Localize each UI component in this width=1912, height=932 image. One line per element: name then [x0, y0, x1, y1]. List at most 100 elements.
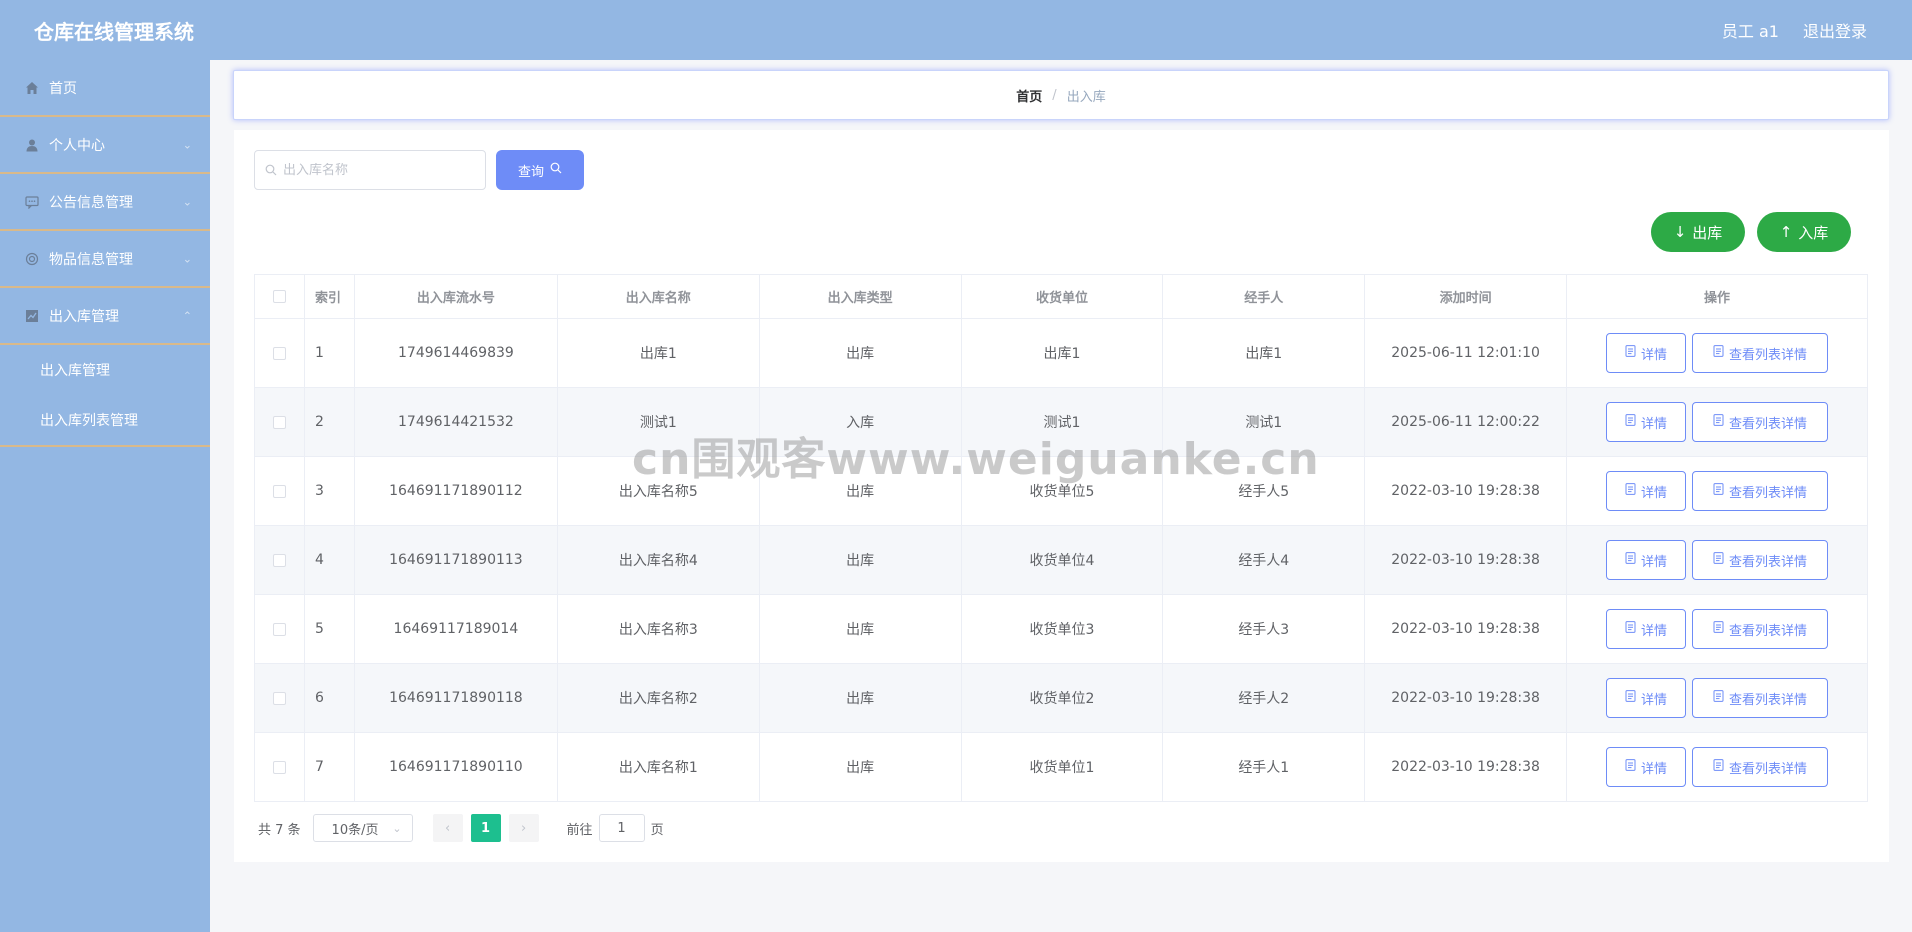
chevron-down-icon: ⌄ — [392, 821, 402, 835]
table-row: 4 164691171890113 出入库名称4 出库 收货单位4 经手人4 2022-03… — [254, 525, 1868, 595]
header-user-area: 员工 a1 退出登录 — [1722, 18, 1867, 42]
detail-button[interactable]: 详情 — [1606, 540, 1687, 580]
row-checkbox[interactable] — [272, 760, 286, 774]
sidebar-item-inout[interactable]: 出入库管理 ⌃ — [0, 288, 210, 345]
arrow-down-icon: ↓ — [1673, 223, 1687, 241]
chat-icon — [24, 194, 40, 210]
cell-serial: 16469117189014 — [353, 594, 558, 664]
col-header: 操作 — [1566, 274, 1868, 319]
document-icon — [1625, 345, 1636, 361]
cell-name: 出入库名称2 — [556, 663, 760, 733]
next-page-button[interactable]: › — [508, 814, 539, 842]
sidebar-item-home[interactable]: 首页 — [0, 60, 210, 117]
list-detail-button[interactable]: 查看列表详情 — [1692, 609, 1829, 649]
list-detail-button[interactable]: 查看列表详情 — [1692, 540, 1829, 580]
cell-serial: 1749614469839 — [353, 318, 558, 388]
row-checkbox[interactable] — [272, 346, 286, 360]
breadcrumb-current: 出入库 — [1066, 89, 1106, 105]
sidebar-item-profile[interactable]: 个人中心 ⌄ — [0, 117, 210, 174]
stock-in-label: 入库 — [1798, 223, 1829, 242]
detail-button[interactable]: 详情 — [1606, 402, 1687, 442]
stock-out-label: 出库 — [1692, 223, 1723, 242]
row-select-cell — [254, 318, 305, 388]
row-select-cell — [254, 525, 305, 595]
detail-button[interactable]: 详情 — [1606, 471, 1687, 511]
top-header: 仓库在线管理系统 员工 a1 退出登录 — [0, 0, 1912, 60]
cell-actions: 详情 查看列表详情 — [1566, 732, 1868, 802]
chevron-down-icon: ⌄ — [182, 195, 192, 208]
cell-unit: 收货单位1 — [960, 732, 1164, 802]
gear-icon — [24, 251, 40, 267]
breadcrumb-home[interactable]: 首页 — [1016, 86, 1042, 105]
home-icon — [24, 80, 40, 96]
goto-page-input[interactable] — [598, 814, 645, 842]
row-checkbox[interactable] — [272, 484, 286, 498]
cell-serial: 1749614421532 — [353, 387, 558, 457]
document-icon — [1713, 690, 1724, 706]
list-detail-label: 查看列表详情 — [1729, 692, 1808, 708]
main-content: 查询 ↓ 出库 ↑ 入库 索引 出入库流水号 出入库名称 出入库类型 收货单位 … — [234, 130, 1889, 862]
detail-button[interactable]: 详情 — [1606, 747, 1687, 787]
row-checkbox[interactable] — [272, 622, 286, 636]
detail-button[interactable]: 详情 — [1606, 609, 1687, 649]
cell-serial: 164691171890112 — [353, 456, 558, 526]
cell-type: 出库 — [758, 594, 962, 664]
row-checkbox[interactable] — [272, 691, 286, 705]
goto-label: 前往 — [566, 822, 593, 838]
cell-handler: 出库1 — [1162, 318, 1366, 388]
chevron-up-icon: ⌃ — [182, 309, 192, 322]
select-all-checkbox[interactable] — [272, 290, 286, 303]
query-button[interactable]: 查询 — [496, 150, 584, 190]
list-detail-button[interactable]: 查看列表详情 — [1692, 747, 1829, 787]
breadcrumb-separator: / — [1052, 87, 1057, 103]
submenu-inout: 出入库管理 出入库列表管理 — [0, 345, 210, 447]
user-label[interactable]: 员工 a1 — [1722, 18, 1779, 42]
chevron-down-icon: ⌄ — [182, 138, 192, 151]
cell-actions: 详情 查看列表详情 — [1566, 663, 1868, 733]
sidebar-subitem-inout-list[interactable]: 出入库列表管理 — [0, 395, 210, 445]
sidebar-subitem-inout-manage[interactable]: 出入库管理 — [0, 345, 210, 395]
document-icon — [1625, 414, 1636, 430]
col-header: 出入库类型 — [758, 274, 962, 319]
list-detail-button[interactable]: 查看列表详情 — [1692, 471, 1829, 511]
stock-in-button[interactable]: ↑ 入库 — [1757, 212, 1851, 252]
arrow-up-icon: ↑ — [1779, 223, 1793, 241]
detail-button[interactable]: 详情 — [1606, 678, 1687, 718]
list-detail-label: 查看列表详情 — [1729, 485, 1808, 501]
list-detail-label: 查看列表详情 — [1729, 347, 1808, 363]
table-row: 6 164691171890118 出入库名称2 出库 收货单位2 经手人2 2022-03… — [254, 663, 1868, 733]
cell-name: 出入库名称4 — [556, 525, 760, 595]
cell-type: 出库 — [758, 663, 962, 733]
cell-unit: 收货单位4 — [960, 525, 1164, 595]
table-header-row: 索引 出入库流水号 出入库名称 出入库类型 收货单位 经手人 添加时间 操作 — [254, 274, 1868, 319]
inout-table: 索引 出入库流水号 出入库名称 出入库类型 收货单位 经手人 添加时间 操作 1… — [254, 274, 1868, 802]
row-checkbox[interactable] — [272, 553, 286, 567]
cell-index: 7 — [303, 732, 355, 802]
search-icon — [550, 162, 562, 178]
sidebar-item-notice[interactable]: 公告信息管理 ⌄ — [0, 174, 210, 231]
list-detail-label: 查看列表详情 — [1729, 623, 1808, 639]
page-size-value: 10条/页 — [331, 822, 379, 838]
pagination: 共 7 条 10条/页 ⌄ ‹ 1 › 前往 页 — [258, 814, 664, 842]
list-detail-button[interactable]: 查看列表详情 — [1692, 333, 1829, 373]
cell-index: 5 — [303, 594, 355, 664]
sidebar-item-goods[interactable]: 物品信息管理 ⌄ — [0, 231, 210, 288]
page-number-button[interactable]: 1 — [470, 814, 501, 842]
logout-button[interactable]: 退出登录 — [1803, 18, 1867, 42]
stock-out-button[interactable]: ↓ 出库 — [1651, 212, 1745, 252]
list-detail-button[interactable]: 查看列表详情 — [1692, 402, 1829, 442]
document-icon — [1625, 552, 1636, 568]
cell-name: 出入库名称3 — [556, 594, 760, 664]
cell-handler: 经手人2 — [1162, 663, 1366, 733]
cell-time: 2022-03-10 19:28:38 — [1364, 594, 1568, 664]
page-size-select[interactable]: 10条/页 ⌄ — [312, 814, 413, 842]
cell-time: 2022-03-10 19:28:38 — [1364, 456, 1568, 526]
list-detail-button[interactable]: 查看列表详情 — [1692, 678, 1829, 718]
sidebar-item-label: 个人中心 — [49, 137, 105, 154]
detail-button[interactable]: 详情 — [1606, 333, 1687, 373]
row-checkbox[interactable] — [272, 415, 286, 429]
search-input[interactable] — [283, 162, 473, 178]
cell-handler: 经手人1 — [1162, 732, 1366, 802]
cell-unit: 出库1 — [960, 318, 1164, 388]
prev-page-button[interactable]: ‹ — [432, 814, 463, 842]
